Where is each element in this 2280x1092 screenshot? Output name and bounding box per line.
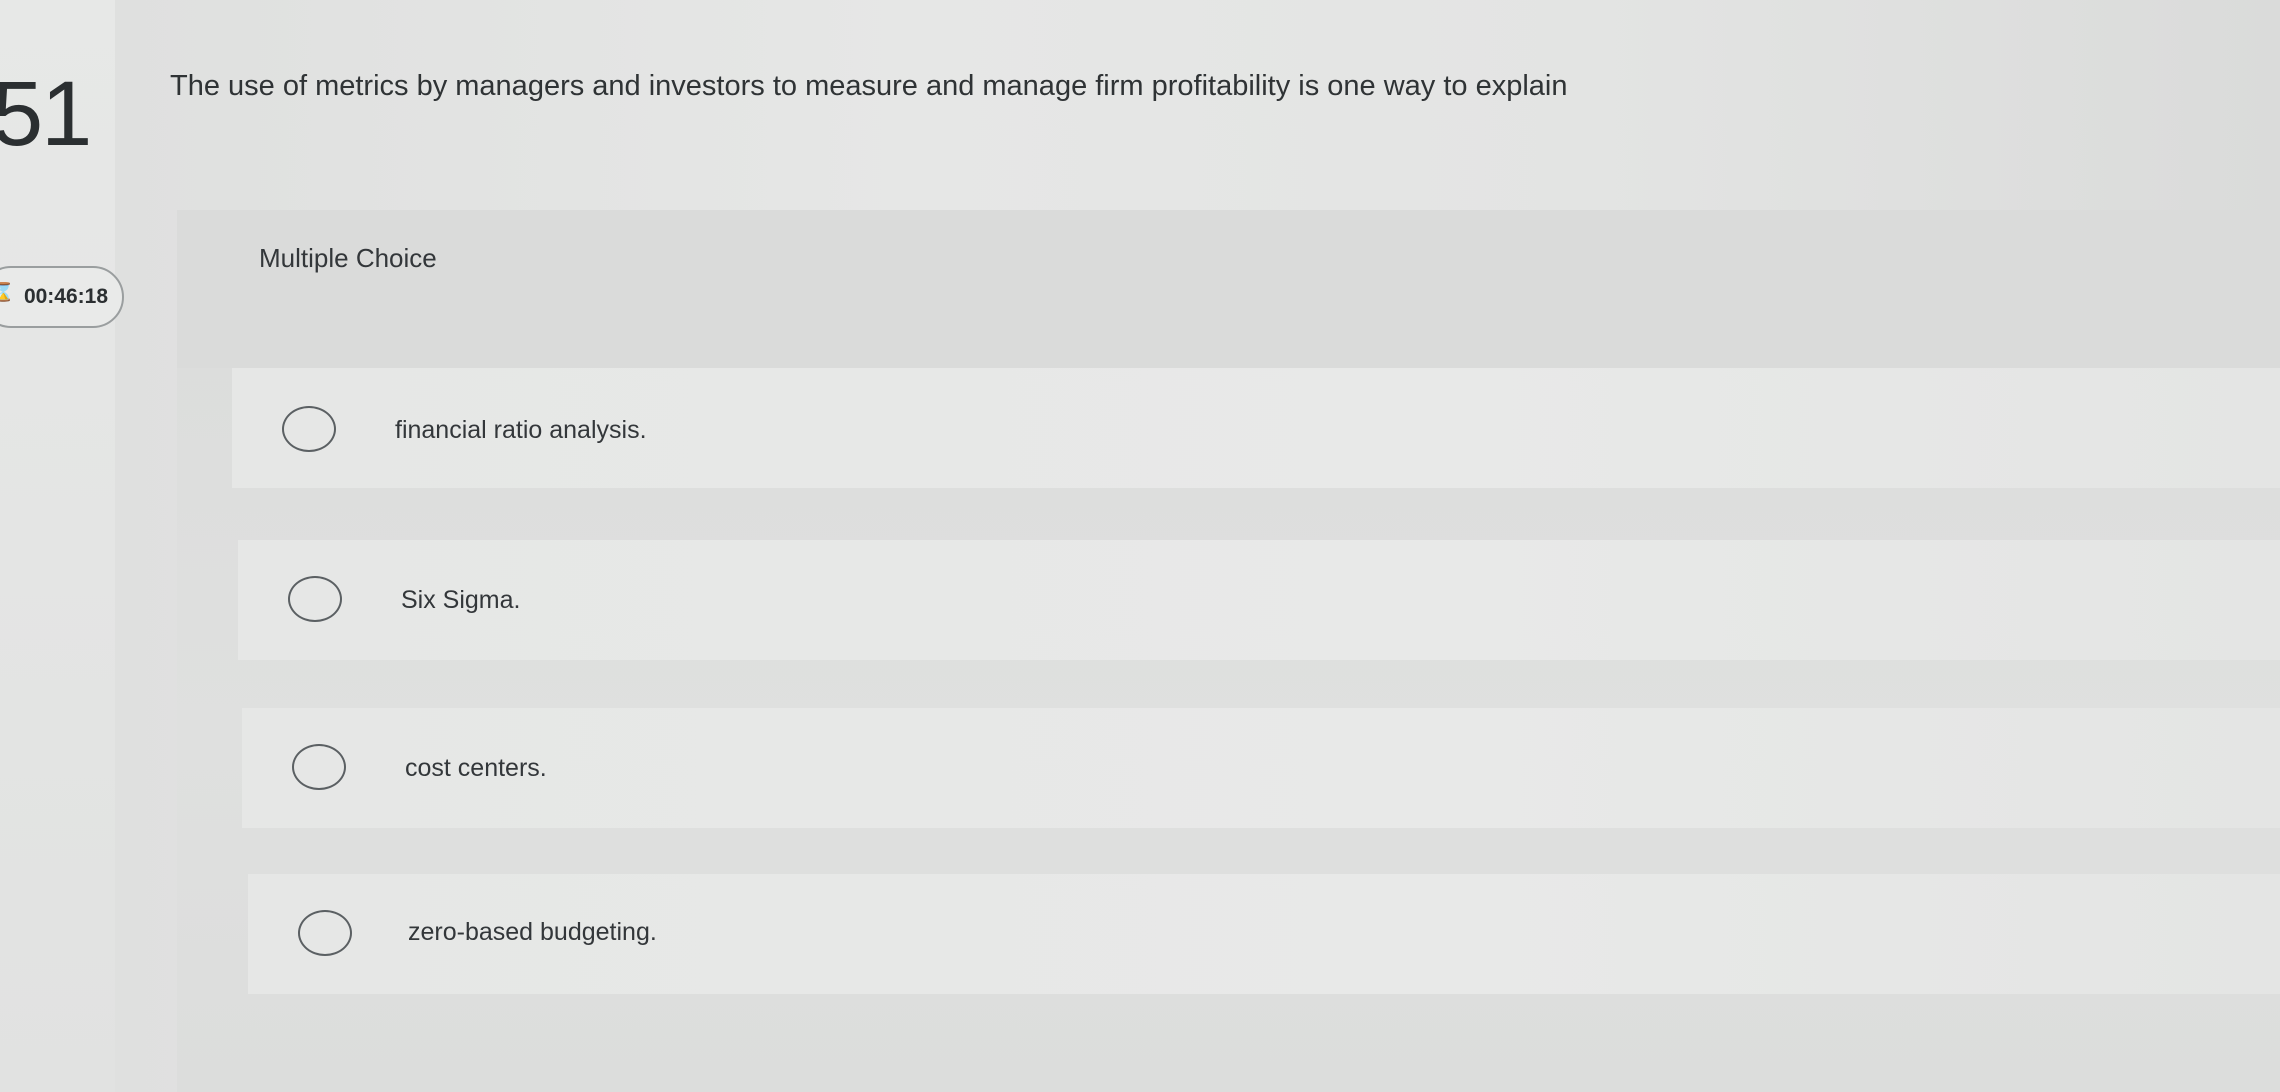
radio-button[interactable]: [288, 576, 342, 622]
choice-option[interactable]: financial ratio analysis.: [232, 368, 2280, 488]
radio-button[interactable]: [298, 910, 352, 956]
question-number: 51: [0, 63, 92, 165]
option-text: Six Sigma.: [401, 586, 521, 614]
option-text: zero-based budgeting.: [408, 918, 657, 946]
quiz-page: 51 ⌛ 00:46:18 The use of metrics by mana…: [0, 0, 2280, 1092]
hourglass-icon: ⌛: [0, 282, 15, 302]
timer-value: 00:46:18: [23, 285, 108, 308]
choice-option[interactable]: cost centers.: [242, 708, 2280, 828]
choice-type-label: Multiple Choice: [259, 243, 437, 273]
question-text: The use of metrics by managers and inves…: [170, 70, 1568, 102]
option-text: cost centers.: [405, 754, 547, 782]
choice-header: [177, 210, 2280, 368]
radio-button[interactable]: [292, 744, 346, 790]
choice-option[interactable]: zero-based budgeting.: [248, 874, 2280, 994]
timer-badge[interactable]: ⌛ 00:46:18: [0, 266, 124, 328]
radio-button[interactable]: [282, 406, 336, 452]
option-text: financial ratio analysis.: [395, 416, 647, 444]
choice-option[interactable]: Six Sigma.: [238, 540, 2280, 660]
